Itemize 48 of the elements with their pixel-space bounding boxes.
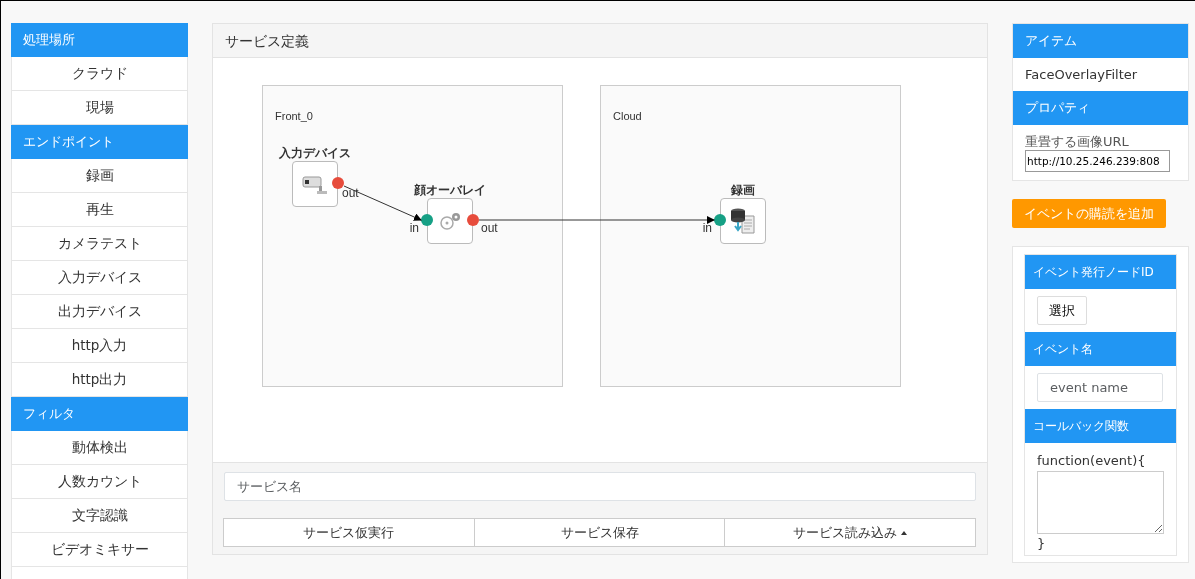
section-header: イベント名 (1025, 332, 1176, 366)
region-label: Cloud (613, 109, 642, 124)
code-text: } (1037, 534, 1047, 553)
port-label: out (342, 185, 359, 202)
item-name: FaceOverlayFilter (1024, 66, 1139, 84)
section-header: プロパティ (1013, 91, 1188, 125)
sidebar-item[interactable]: http出力 (11, 363, 188, 397)
gears-icon (438, 211, 462, 231)
section-header: 処理場所 (11, 23, 188, 57)
section-header: アイテム (1013, 24, 1188, 58)
service-button[interactable]: サービス読み込み (724, 518, 976, 547)
select-button[interactable]: 選択 (1037, 296, 1087, 325)
code-text: function(event){ (1037, 452, 1147, 470)
service-button[interactable]: サービス保存 (473, 518, 726, 547)
property-label: 重畳する画像URL (1025, 134, 1130, 150)
section-header: フィルタ (11, 397, 188, 431)
node-title: 顔オーバレイ (414, 182, 486, 199)
sidebar-item[interactable]: クラウド (11, 57, 188, 91)
port-label: out (481, 220, 498, 237)
node-box[interactable] (720, 198, 766, 244)
service-name-field[interactable]: サービス名 (224, 472, 976, 501)
callback-field[interactable] (1037, 470, 1164, 534)
sidebar-item[interactable]: 動体検出 (11, 431, 188, 465)
database-document-icon (729, 207, 757, 235)
port-label: in (409, 220, 419, 237)
section-header: エンドポイント (11, 125, 188, 159)
section-header: イベント発行ノードID (1025, 255, 1176, 289)
sidebar-item[interactable]: http入力 (11, 329, 188, 363)
sidebar-item[interactable]: 出力デバイス (11, 295, 188, 329)
event-name-field[interactable]: event name (1037, 373, 1163, 402)
region-label: Front_0 (275, 109, 313, 124)
node-box[interactable] (427, 198, 473, 244)
sidebar-item[interactable]: 録画 (11, 159, 188, 193)
sidebar-item[interactable]: 入力デバイス (11, 261, 188, 295)
node-title: 入力デバイス (279, 145, 351, 162)
node-title: 録画 (731, 182, 755, 199)
sidebar-item[interactable]: ビデオミキサー (11, 533, 188, 567)
sidebar-item[interactable]: 再生 (11, 193, 188, 227)
sidebar-item[interactable]: カメラテスト (11, 227, 188, 261)
sidebar-item[interactable]: 文字認識 (11, 499, 188, 533)
caret-icon (901, 530, 908, 535)
node-box[interactable] (292, 161, 338, 207)
sidebar-item[interactable]: 人数カウント (11, 465, 188, 499)
port-label: in (702, 220, 712, 237)
property-field[interactable]: http://10.25.246.239:808 (1025, 150, 1170, 172)
service-button[interactable]: サービス仮実行 (223, 518, 475, 547)
section-header: コールバック関数 (1025, 409, 1176, 443)
sidebar-item[interactable]: 現場 (11, 91, 188, 125)
